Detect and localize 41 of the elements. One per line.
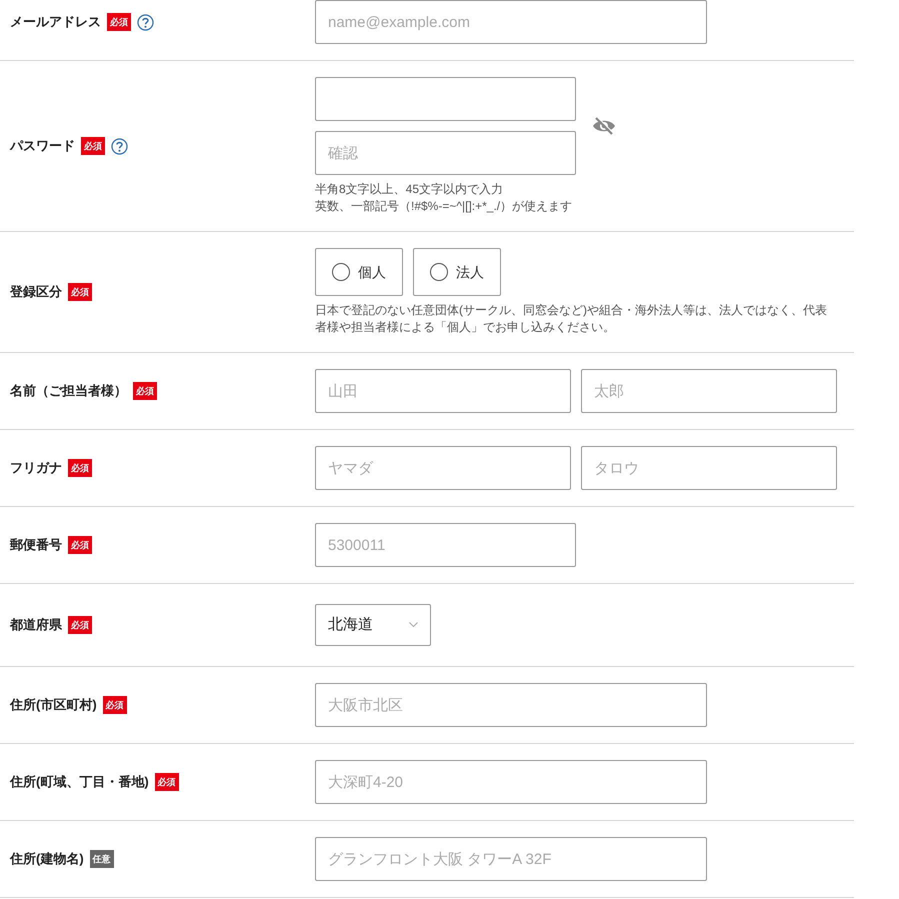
input-field[interactable]: 山田 xyxy=(315,369,571,413)
input-field[interactable]: 太郎 xyxy=(581,369,837,413)
eye-slash-icon[interactable] xyxy=(592,117,616,135)
field-label: フリガナ xyxy=(10,459,62,478)
chevron-down-icon xyxy=(409,622,418,628)
field-label: 都道府県 xyxy=(10,616,62,634)
input-field[interactable]: グランフロント大阪 タワーA 32F xyxy=(315,837,707,881)
badge: 必須 xyxy=(68,459,92,477)
prefecture-select[interactable]: 北海道 xyxy=(315,604,431,646)
input-field[interactable]: 大深町4-20 xyxy=(315,760,707,804)
help-icon[interactable] xyxy=(111,138,128,154)
input-field[interactable]: name@example.com xyxy=(315,0,707,44)
badge: 必須 xyxy=(107,13,131,31)
badge: 任意 xyxy=(90,850,114,868)
radio-option[interactable]: 法人 xyxy=(413,248,501,296)
radio-option[interactable]: 個人 xyxy=(315,248,403,296)
field-label: 名前（ご担当者様） xyxy=(10,382,127,400)
input-field[interactable]: タロウ xyxy=(581,446,837,490)
input-field[interactable] xyxy=(315,77,576,121)
field-label: 登録区分 xyxy=(10,283,62,302)
badge: 必須 xyxy=(154,773,179,791)
input-field[interactable]: 大阪市北区 xyxy=(315,683,707,727)
badge: 必須 xyxy=(81,137,105,155)
input-field[interactable]: ヤマダ xyxy=(315,446,571,490)
field-label: 住所(市区町村) xyxy=(10,696,97,714)
badge: 必須 xyxy=(68,616,92,634)
hint-text: 英数、一部記号（!#$%-=~^|[]:+*_./）が使えます xyxy=(315,198,574,215)
badge: 必須 xyxy=(133,382,157,400)
badge: 必須 xyxy=(68,283,92,301)
badge: 必須 xyxy=(102,696,127,714)
field-label: メールアドレス xyxy=(10,13,101,32)
field-label: パスワード xyxy=(10,137,75,156)
field-label: 住所(建物名) xyxy=(10,850,84,868)
hint-text: 日本で登記のない任意団体(サークル、同窓会など)や組合・海外法人等は、法人ではなく、代表者様や担当者様による「個人」でお申し込みください。 xyxy=(315,302,828,336)
field-label: 住所(町域、丁目・番地) xyxy=(10,773,149,792)
field-label: 郵便番号 xyxy=(10,536,62,554)
hint-text: 半角8文字以上、45文字以内で入力 xyxy=(315,181,504,198)
badge: 必須 xyxy=(68,536,92,554)
input-field[interactable]: 5300011 xyxy=(315,523,576,567)
help-icon[interactable] xyxy=(137,14,154,30)
input-field[interactable]: 確認 xyxy=(315,131,576,175)
